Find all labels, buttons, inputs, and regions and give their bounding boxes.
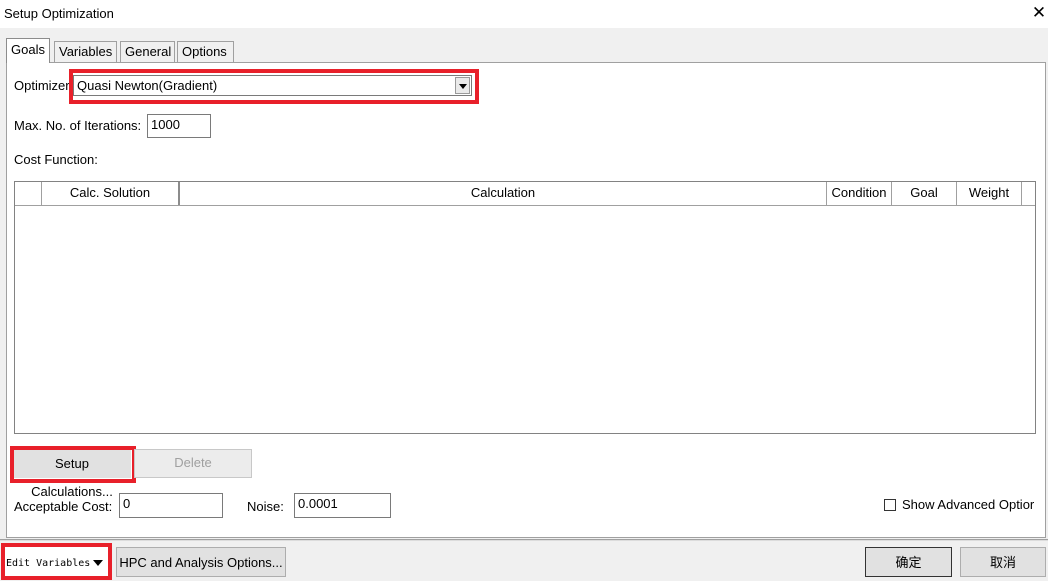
optimizer-select[interactable]: Quasi Newton(Gradient) xyxy=(73,75,472,96)
delete-button[interactable]: Delete xyxy=(134,449,252,478)
setup-calculations-button[interactable]: Setup Calculations... xyxy=(13,450,131,499)
max-iterations-label: Max. No. of Iterations: xyxy=(14,118,142,133)
show-advanced-checkbox[interactable] xyxy=(884,499,896,511)
tab-options[interactable]: Options xyxy=(177,41,234,62)
header-weight[interactable]: Weight xyxy=(957,182,1022,205)
cost-function-label: Cost Function: xyxy=(14,152,98,167)
hpc-analysis-options-button[interactable]: HPC and Analysis Options... xyxy=(116,547,286,577)
cancel-button[interactable]: 取消 xyxy=(960,547,1046,577)
header-goal[interactable]: Goal xyxy=(892,182,957,205)
show-advanced-label: Show Advanced Optior xyxy=(902,497,1035,512)
edit-variables-dropdown[interactable]: Edit Variables xyxy=(4,547,108,576)
ok-button[interactable]: 确定 xyxy=(865,547,952,577)
title-bar xyxy=(0,0,1048,28)
edit-variables-label: Edit Variables xyxy=(6,558,91,569)
tab-variables[interactable]: Variables xyxy=(54,41,117,62)
header-selector xyxy=(15,182,42,205)
header-condition[interactable]: Condition xyxy=(827,182,892,205)
noise-input[interactable]: 0.0001 xyxy=(294,493,391,518)
header-calc-solution[interactable]: Calc. Solution xyxy=(42,182,180,205)
acceptable-cost-label: Acceptable Cost: xyxy=(14,499,113,514)
acceptable-cost-input[interactable]: 0 xyxy=(119,493,223,518)
caret-down-icon xyxy=(93,559,104,566)
tab-goals[interactable]: Goals xyxy=(6,38,50,63)
chevron-down-icon[interactable] xyxy=(455,77,470,94)
tab-general[interactable]: General xyxy=(120,41,175,62)
noise-label: Noise: xyxy=(247,499,284,514)
window-title: Setup Optimization xyxy=(4,6,114,21)
max-iterations-input[interactable]: 1000 xyxy=(147,114,211,138)
optimizer-label: Optimizer xyxy=(14,78,70,93)
optimizer-value: Quasi Newton(Gradient) xyxy=(77,78,218,93)
close-icon[interactable]: ✕ xyxy=(1030,2,1048,24)
table-header: Calc. Solution Calculation Condition Goa… xyxy=(15,182,1035,206)
header-calculation[interactable]: Calculation xyxy=(180,182,827,205)
cost-function-table[interactable]: Calc. Solution Calculation Condition Goa… xyxy=(14,181,1036,434)
footer-separator xyxy=(0,539,1048,541)
